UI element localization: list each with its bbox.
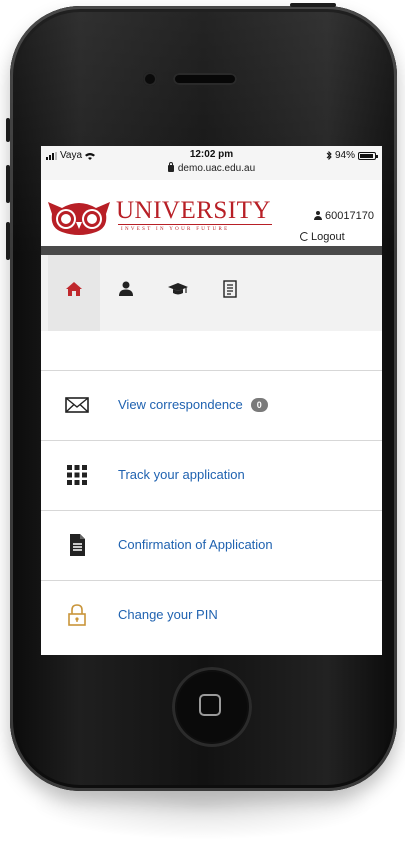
count-badge: 0 (250, 398, 268, 412)
site-header: UNIVERSITY INVEST IN YOUR FUTURE 6001717… (41, 180, 382, 246)
graduation-cap-icon (168, 283, 188, 295)
menu-item-change-pin[interactable]: Change your PIN (41, 580, 382, 650)
tab-documents[interactable] (204, 255, 256, 331)
tab-profile[interactable] (100, 255, 152, 331)
menu-item-label: Change your PIN (118, 607, 218, 622)
battery-fill (360, 153, 374, 158)
logout-label: Logout (311, 231, 345, 243)
home-square-icon (199, 694, 221, 716)
logout-icon (300, 232, 309, 241)
tab-courses[interactable] (152, 255, 204, 331)
menu-item-label-text: View correspondence (118, 397, 243, 412)
menu-item-label: Track your application (118, 467, 245, 482)
url-text: demo.uac.edu.au (177, 163, 256, 174)
status-bar: Vaya 12:02 pm demo.uac.edu.au 94% (41, 146, 382, 180)
envelope-icon (65, 397, 89, 413)
mute-switch (6, 118, 10, 142)
user-id[interactable]: 60017170 (314, 210, 374, 222)
logout-link[interactable]: Logout (300, 231, 345, 243)
menu-item-label: View correspondence 0 (118, 397, 268, 412)
menu-item-label: Confirmation of Application (118, 537, 273, 552)
header-divider-bar (41, 246, 382, 255)
address-bar[interactable]: demo.uac.edu.au (41, 162, 382, 174)
document-icon (70, 534, 85, 556)
menu-item-correspondence[interactable]: View correspondence 0 (41, 370, 382, 440)
front-camera (143, 72, 157, 86)
earpiece-speaker (173, 73, 237, 85)
home-icon (66, 282, 82, 296)
battery-percent: 94% (334, 150, 355, 161)
tab-home[interactable] (48, 255, 100, 331)
status-right: 94% (326, 150, 378, 161)
phone-screen: Vaya 12:02 pm demo.uac.edu.au 94% UNIVER… (41, 146, 382, 655)
brand-name[interactable]: UNIVERSITY (116, 198, 271, 223)
user-icon (119, 281, 133, 296)
bluetooth-icon (326, 151, 332, 160)
volume-up-button (6, 165, 10, 203)
user-mini-icon (314, 211, 323, 220)
grid-icon (67, 465, 87, 485)
battery-icon (358, 151, 378, 160)
power-button (290, 3, 336, 7)
tab-bar (41, 255, 382, 331)
menu-item-track-application[interactable]: Track your application (41, 440, 382, 510)
owl-logo-icon[interactable] (46, 196, 112, 236)
lock-icon (167, 162, 174, 172)
document-list-icon (223, 280, 237, 298)
brand-tagline: INVEST IN YOUR FUTURE (121, 227, 230, 232)
menu-item-confirmation[interactable]: Confirmation of Application (41, 510, 382, 580)
volume-down-button (6, 222, 10, 260)
padlock-icon (68, 604, 86, 626)
home-button[interactable] (172, 667, 252, 747)
brand-underline (118, 224, 272, 225)
user-id-text: 60017170 (325, 210, 374, 222)
